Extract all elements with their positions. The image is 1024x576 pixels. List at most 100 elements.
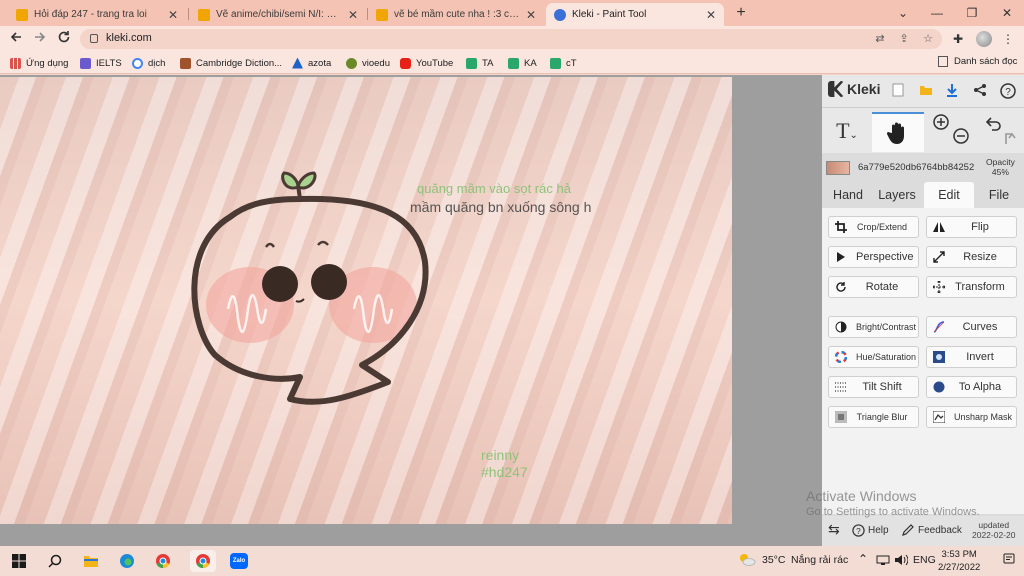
browser-tab-strip: Hỏi đáp 247 - trang tra loi ✕ Vẽ anime/c… (0, 0, 1024, 26)
bookmark-ielts[interactable]: IELTS (80, 56, 122, 70)
current-layer-row[interactable]: 6a779e520db6764bb84252 Opacity 45% (822, 155, 1024, 179)
bookmark-youtube[interactable]: YouTube (400, 56, 453, 70)
open-folder-icon[interactable] (918, 83, 934, 99)
bookmark-cambridge[interactable]: Cambridge Diction... (180, 56, 282, 70)
close-tab-icon[interactable]: ✕ (526, 8, 536, 22)
button-label: Triangle Blur (856, 412, 908, 422)
kleki-logo[interactable]: Kleki (828, 81, 880, 97)
tilt-shift-button[interactable]: Tilt Shift (828, 376, 919, 398)
bookmark-ta[interactable]: TA (466, 56, 493, 70)
download-icon[interactable] (944, 83, 960, 99)
translate-icon[interactable]: ⇄ (872, 31, 888, 47)
weather-icon[interactable] (738, 552, 756, 569)
tab-edit[interactable]: Edit (924, 182, 974, 208)
help-question-icon[interactable]: ? (1000, 83, 1016, 99)
start-button[interactable] (8, 550, 30, 572)
button-label: Rotate (865, 281, 899, 293)
chevron-up-icon[interactable]: ⌃ (858, 552, 868, 566)
speaker-icon[interactable] (894, 554, 909, 569)
browser-tab-anime[interactable]: Vẽ anime/chibi/semi N/I: Như nào... ✕ (190, 3, 366, 26)
perspective-button[interactable]: Perspective (828, 246, 919, 268)
share-icon[interactable]: ⇪ (896, 31, 912, 47)
profile-avatar[interactable] (976, 31, 992, 47)
bookmark-azota[interactable]: azota (292, 56, 331, 70)
new-image-icon[interactable] (890, 83, 906, 99)
new-tab-button[interactable]: + (731, 3, 751, 23)
back-button[interactable] (6, 29, 26, 49)
browser-tab-kleki[interactable]: Kleki - Paint Tool ✕ (546, 3, 724, 26)
forward-button[interactable] (30, 29, 50, 49)
tab-layers[interactable]: Layers (872, 182, 922, 208)
browser-tab-hoidap[interactable]: Hỏi đáp 247 - trang tra loi ✕ (8, 3, 186, 26)
menu-kebab-icon[interactable]: ⋮ (1000, 31, 1016, 47)
swap-side-icon[interactable]: ⇆ (828, 521, 840, 538)
tab-title: Vẽ anime/chibi/semi N/I: Như nào... (216, 9, 342, 20)
undo-redo-buttons (978, 112, 1022, 152)
file-explorer-button[interactable] (80, 550, 102, 572)
resize-button[interactable]: Resize (926, 246, 1017, 268)
close-tab-icon[interactable]: ✕ (348, 8, 358, 22)
notification-icon[interactable] (1003, 553, 1015, 568)
invert-button[interactable]: Invert (926, 346, 1017, 368)
system-clock[interactable]: 3:53 PM 2/27/2022 (938, 548, 980, 574)
drawing-canvas[interactable]: quăng mầm vào sọt rác hả mầm quăng bn xu… (0, 77, 732, 524)
zalo-button[interactable]: Zalo (228, 550, 250, 572)
tool-row: T⌄ (822, 107, 1024, 153)
bookmark-ka[interactable]: KA (508, 56, 537, 70)
network-icon[interactable] (876, 554, 890, 569)
undo-redo-icons[interactable] (982, 112, 1018, 148)
hand-tool-button[interactable] (872, 112, 924, 152)
panel-header: Kleki ? (822, 75, 1024, 107)
bright-contrast-button[interactable]: Bright/Contrast (828, 316, 919, 338)
close-window-button[interactable]: ✕ (990, 0, 1024, 26)
reading-list[interactable]: Danh sách đọc (938, 56, 1017, 67)
tab-search-button[interactable]: ⌄ (886, 0, 920, 26)
hue-saturation-button[interactable]: Hue/Saturation (828, 346, 919, 368)
close-tab-icon[interactable]: ✕ (168, 8, 178, 22)
bookmark-ct[interactable]: cT (550, 56, 577, 70)
pencil-icon (902, 524, 914, 536)
language-indicator[interactable]: ENG (913, 554, 936, 566)
chrome-icon (156, 554, 170, 569)
extensions-puzzle-icon[interactable]: ✚ (950, 31, 966, 47)
unsharp-mask-button[interactable]: Unsharp Mask (926, 406, 1017, 428)
close-tab-icon[interactable]: ✕ (706, 8, 716, 22)
rotate-button[interactable]: Rotate (828, 276, 919, 298)
restore-button[interactable]: ❐ (955, 0, 989, 26)
text-tool-button[interactable]: T⌄ (824, 112, 870, 152)
rotate-icon (834, 280, 848, 294)
feedback-button[interactable]: Feedback (902, 524, 962, 536)
address-bar[interactable]: kleki.com ⇄ ⇪ ☆ (80, 29, 942, 49)
bookmark-apps[interactable]: Ứng dụng (10, 56, 68, 70)
flip-button[interactable]: Flip (926, 216, 1017, 238)
share-icon[interactable] (972, 83, 988, 99)
chrome-button[interactable] (152, 550, 174, 572)
to-alpha-button[interactable]: To Alpha (926, 376, 1017, 398)
curves-button[interactable]: Curves (926, 316, 1017, 338)
weather-temp[interactable]: 35°C (762, 554, 785, 566)
help-label: Help (868, 525, 889, 536)
bookmark-star-icon[interactable]: ☆ (920, 31, 936, 47)
help-button[interactable]: ? Help (852, 524, 889, 537)
chrome-active-button[interactable] (190, 550, 216, 572)
crop-extend-button[interactable]: Crop/Extend (828, 216, 919, 238)
bookmark-dich[interactable]: dịch (132, 56, 165, 70)
zoom-in-out-icons[interactable] (931, 112, 971, 148)
search-button[interactable] (44, 550, 66, 572)
tab-file[interactable]: File (974, 182, 1024, 208)
transform-button[interactable]: Transform (926, 276, 1017, 298)
browser-tab-bemam[interactable]: vẽ bé mầm cute nha ! :3 câu hỏi... ✕ (368, 3, 544, 26)
edge-button[interactable] (116, 550, 138, 572)
bookmark-label: KA (524, 57, 537, 69)
unsharp-icon (932, 410, 946, 424)
minimize-button[interactable]: — (920, 0, 954, 26)
button-label: Transform (955, 281, 1005, 293)
reload-button[interactable] (54, 29, 74, 49)
tab-hand[interactable]: Hand (824, 182, 872, 208)
layer-opacity[interactable]: Opacity 45% (986, 157, 1015, 177)
canvas-workspace[interactable]: quăng mầm vào sọt rác hả mầm quăng bn xu… (0, 75, 822, 546)
bookmark-vioedu[interactable]: vioedu (346, 56, 390, 70)
hoidap-favicon-icon (376, 8, 388, 21)
triangle-blur-button[interactable]: Triangle Blur (828, 406, 919, 428)
weather-text[interactable]: Nắng rải rác (791, 554, 848, 566)
